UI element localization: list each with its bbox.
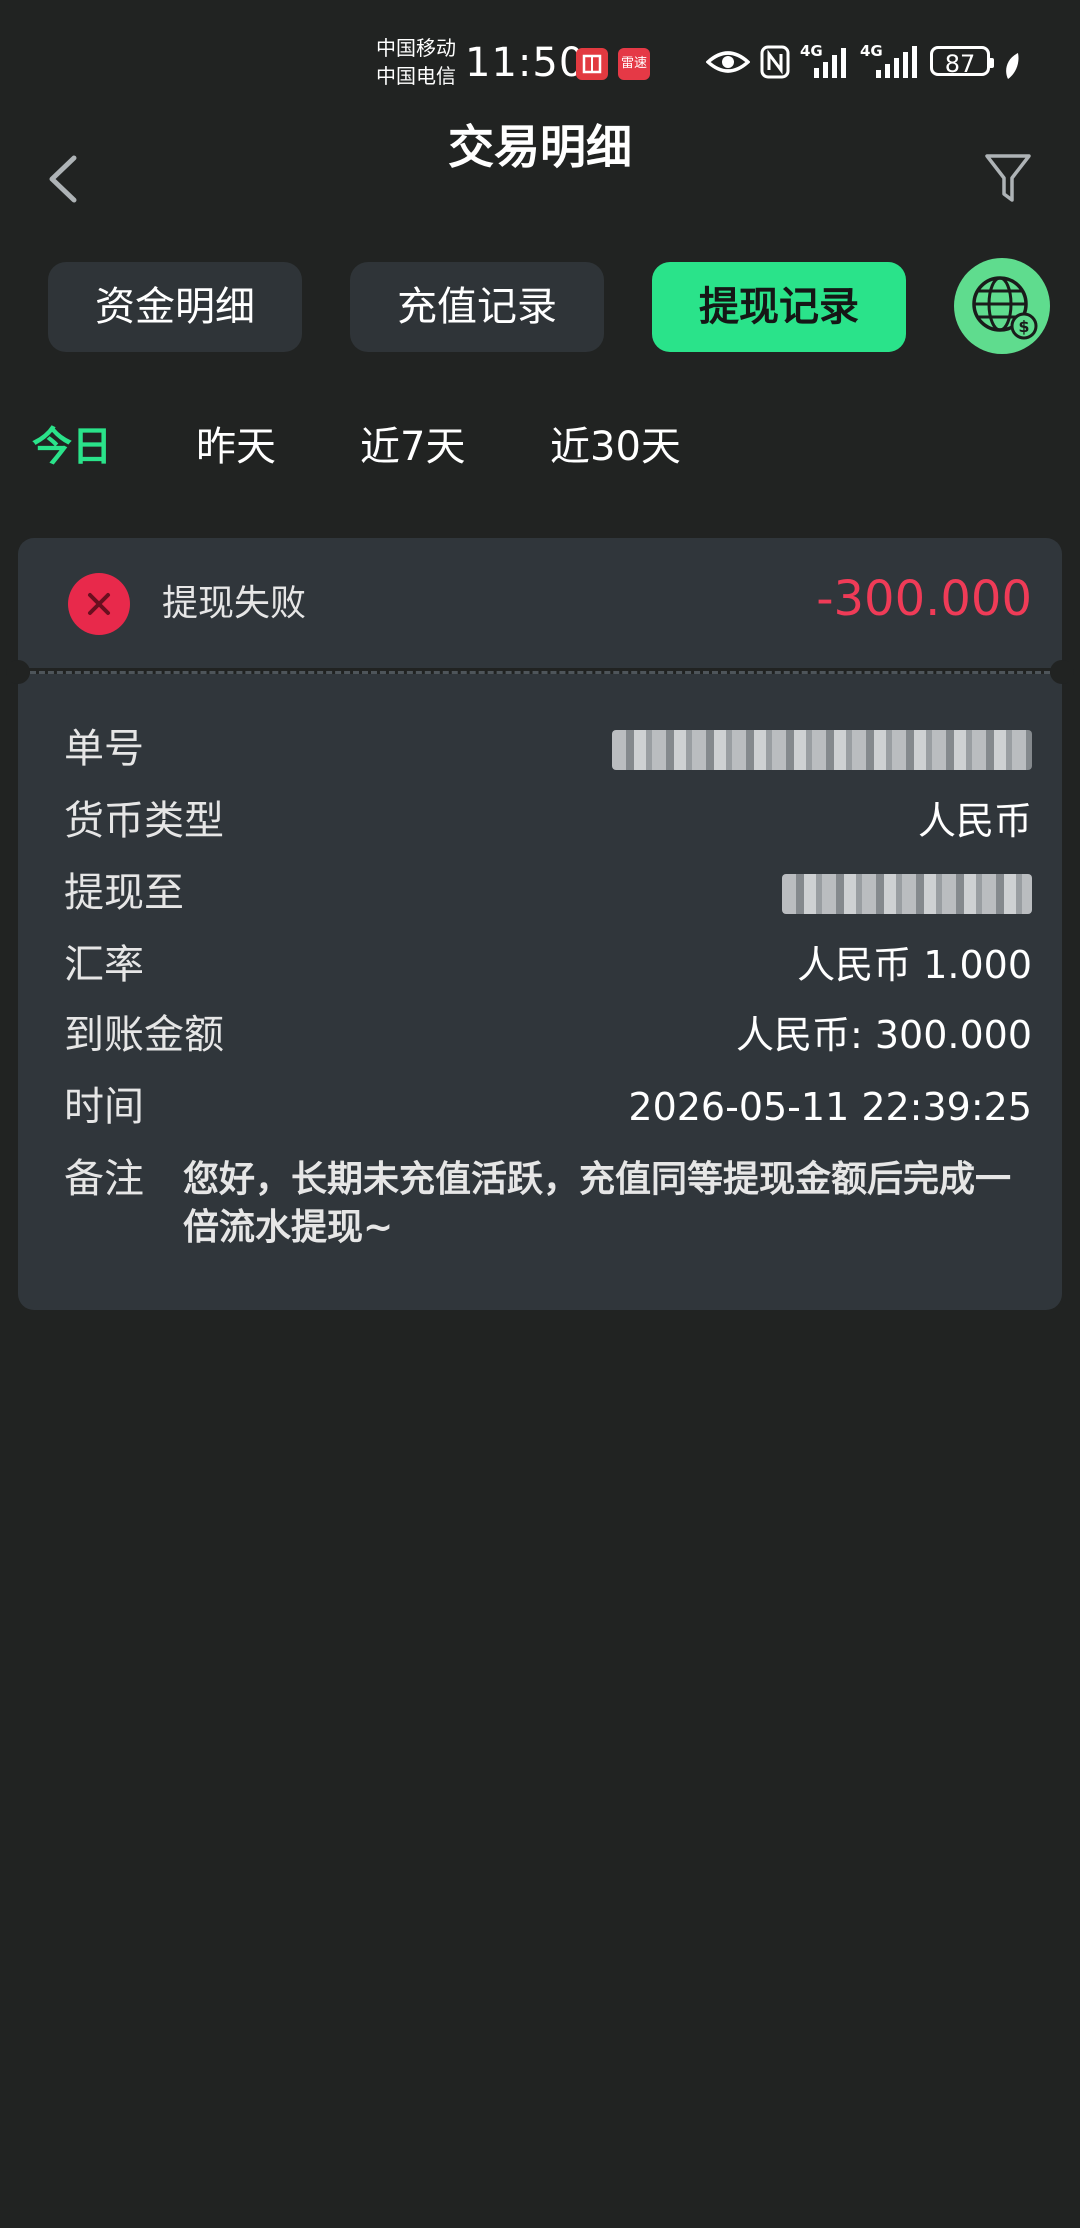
status-bar: 中国移动 中国电信 11:50 雷速 4G 4G 87 [0,0,1080,110]
withdraw-to-label: 提现至 [64,870,184,916]
signal-2-icon: 4G [860,40,920,80]
note-label: 备注 [64,1156,144,1202]
card-notch-left [6,660,30,684]
order-no-label: 单号 [64,726,144,772]
close-icon [88,593,110,615]
eye-icon [706,51,750,73]
filter-icon[interactable] [984,150,1032,206]
rate-value: 人民币 1.000 [797,943,1032,987]
nfc-icon [760,45,790,79]
globe-icon: $ [972,276,1038,340]
time-value: 2026-05-11 22:39:25 [628,1085,1032,1129]
tab-withdraw-records[interactable]: 提现记录 [652,262,906,352]
filter-30-days[interactable]: 近30天 [550,418,681,476]
failed-status-icon [68,573,130,635]
tab-deposit-records[interactable]: 充值记录 [350,262,604,352]
withdraw-to-redacted [782,874,1032,914]
carrier-2: 中国电信 [376,64,456,88]
card-notch-right [1050,660,1074,684]
leaf-icon [1006,53,1019,79]
received-label: 到账金额 [64,1012,224,1058]
signal-1-icon: 4G [800,40,850,80]
withdraw-amount: -300.000 [816,571,1032,627]
order-no-redacted [612,730,1032,770]
card-divider [30,671,1050,674]
rate-label: 汇率 [64,942,144,988]
currency-label: 货币类型 [64,798,224,844]
received-value: 人民币: 300.000 [735,1013,1032,1057]
filter-today[interactable]: 今日 [32,418,112,476]
currency-value: 人民币 [917,799,1032,843]
note-value: 您好，长期未充值活跃，充值同等提现金额后完成一倍流水提现~ [183,1159,1012,1248]
filter-7-days[interactable]: 近7天 [360,418,465,476]
carrier-1: 中国移动 [376,36,456,60]
globe-currency-button[interactable]: $ [954,258,1050,354]
time-label: 时间 [64,1084,144,1130]
page-title: 交易明细 [448,120,632,174]
filter-yesterday[interactable]: 昨天 [196,418,276,476]
withdraw-status: 提现失败 [162,583,307,624]
book-app-icon [576,48,608,80]
status-time: 11:50 [465,40,586,86]
leisu-app-icon: 雷速 [618,48,650,80]
battery-level: 87 [930,46,994,78]
tab-fund-details[interactable]: 资金明细 [48,262,302,352]
svg-text:$: $ [1018,317,1029,336]
carrier-info: 中国移动 中国电信 [376,34,456,90]
